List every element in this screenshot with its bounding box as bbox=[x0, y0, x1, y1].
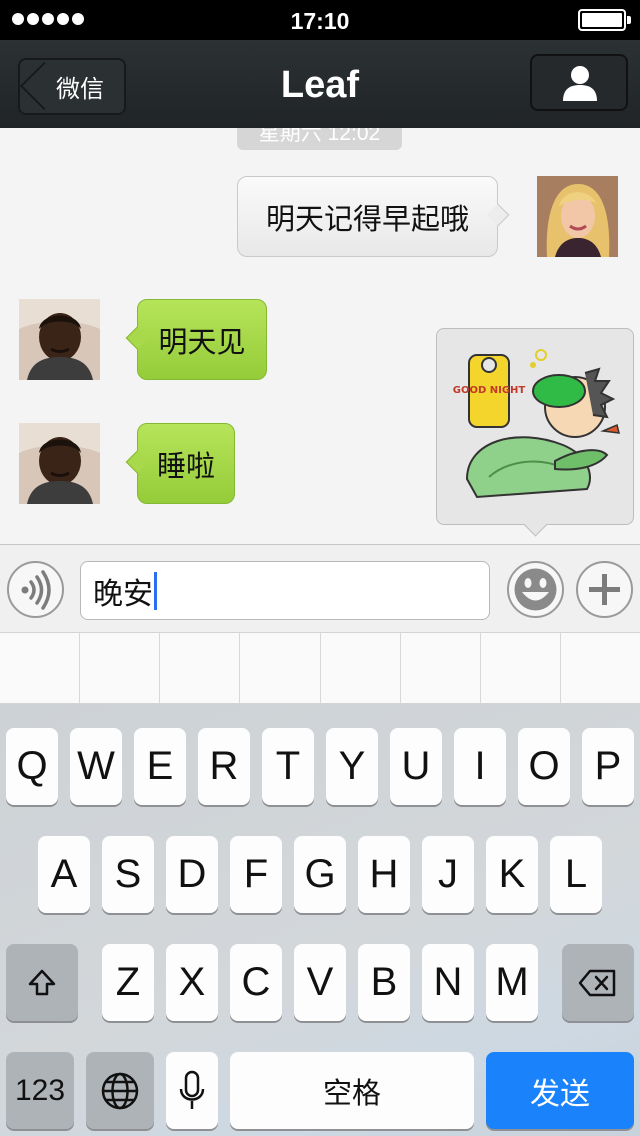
sticker-preview-popup[interactable]: GOOD NIGHT bbox=[436, 328, 634, 525]
door-sign-text: GOOD NIGHT bbox=[453, 385, 526, 396]
candidate-slot[interactable] bbox=[401, 633, 481, 703]
shift-icon bbox=[28, 969, 56, 995]
candidate-slot[interactable] bbox=[561, 633, 640, 703]
key-g[interactable]: G bbox=[294, 836, 346, 913]
key-o[interactable]: O bbox=[518, 728, 570, 805]
voice-icon bbox=[21, 570, 51, 610]
status-time: 17:10 bbox=[290, 8, 350, 34]
message-text: 明天见 bbox=[158, 326, 246, 359]
key-k[interactable]: K bbox=[486, 836, 538, 913]
keyboard: Q W E R T Y U I O P A S D F G H J K L Z … bbox=[0, 704, 640, 1136]
plus-icon bbox=[589, 574, 620, 605]
man-avatar-image bbox=[19, 299, 100, 380]
globe-icon bbox=[101, 1072, 139, 1109]
numbers-key[interactable]: 123 bbox=[6, 1052, 74, 1129]
incoming-message-bubble[interactable]: 睡啦 bbox=[125, 423, 235, 504]
key-n[interactable]: N bbox=[422, 944, 474, 1021]
dictation-key[interactable] bbox=[166, 1052, 218, 1129]
outgoing-message-bubble[interactable]: 明天记得早起哦 bbox=[237, 176, 510, 257]
ime-candidate-bar bbox=[0, 632, 640, 704]
emoji-icon bbox=[514, 568, 557, 611]
key-s[interactable]: S bbox=[102, 836, 154, 913]
candidate-slot[interactable] bbox=[80, 633, 161, 703]
status-bar: 17:10 bbox=[0, 0, 640, 40]
key-t[interactable]: T bbox=[262, 728, 314, 805]
space-key[interactable]: 空格 bbox=[230, 1052, 474, 1129]
delete-key[interactable] bbox=[562, 944, 634, 1021]
key-u[interactable]: U bbox=[390, 728, 442, 805]
woman-avatar-image bbox=[537, 176, 618, 257]
message-timestamp: 星期六 12:02 bbox=[237, 128, 402, 150]
message-text-field[interactable]: 晚安 bbox=[80, 561, 490, 620]
key-a[interactable]: A bbox=[38, 836, 90, 913]
chat-history[interactable]: 星期六 12:02 明天记得早起哦 明天见 睡啦 GOOD NIGHT bbox=[0, 128, 640, 544]
key-d[interactable]: D bbox=[166, 836, 218, 913]
key-q[interactable]: Q bbox=[6, 728, 58, 805]
key-b[interactable]: B bbox=[358, 944, 410, 1021]
key-v[interactable]: V bbox=[294, 944, 346, 1021]
key-l[interactable]: L bbox=[550, 836, 602, 913]
key-p[interactable]: P bbox=[582, 728, 634, 805]
key-x[interactable]: X bbox=[166, 944, 218, 1021]
candidate-slot[interactable] bbox=[0, 633, 81, 703]
contact-avatar[interactable] bbox=[19, 299, 100, 380]
send-button[interactable]: 发送 bbox=[486, 1052, 634, 1129]
voice-input-button[interactable] bbox=[7, 561, 64, 618]
key-f[interactable]: F bbox=[230, 836, 282, 913]
message-text: 睡啦 bbox=[156, 450, 215, 483]
backspace-icon bbox=[578, 969, 616, 996]
navigation-bar: 微信 Leaf bbox=[0, 40, 640, 128]
key-h[interactable]: H bbox=[358, 836, 410, 913]
message-input-bar: 晚安 bbox=[0, 544, 640, 632]
message-input-value: 晚安 bbox=[93, 577, 153, 611]
back-button-label: 微信 bbox=[56, 76, 104, 103]
key-i[interactable]: I bbox=[454, 728, 506, 805]
contact-avatar[interactable] bbox=[19, 423, 100, 504]
message-text: 明天记得早起哦 bbox=[265, 203, 469, 236]
key-j[interactable]: J bbox=[422, 836, 474, 913]
key-y[interactable]: Y bbox=[326, 728, 378, 805]
candidate-slot[interactable] bbox=[160, 633, 241, 703]
key-c[interactable]: C bbox=[230, 944, 282, 1021]
text-cursor bbox=[154, 571, 157, 610]
shift-key[interactable] bbox=[6, 944, 78, 1021]
key-r[interactable]: R bbox=[198, 728, 250, 805]
language-switch-key[interactable] bbox=[86, 1052, 154, 1129]
my-avatar[interactable] bbox=[537, 176, 618, 257]
candidate-slot[interactable] bbox=[481, 633, 561, 703]
more-options-button[interactable] bbox=[576, 561, 633, 618]
emoji-button[interactable] bbox=[507, 561, 564, 618]
key-e[interactable]: E bbox=[134, 728, 186, 805]
person-icon bbox=[563, 66, 597, 101]
battery-icon bbox=[578, 9, 631, 31]
contact-profile-button[interactable] bbox=[530, 54, 628, 111]
key-z[interactable]: Z bbox=[102, 944, 154, 1021]
microphone-icon bbox=[179, 1070, 205, 1109]
candidate-slot[interactable] bbox=[240, 633, 321, 703]
good-night-sticker: GOOD NIGHT bbox=[453, 349, 620, 499]
key-w[interactable]: W bbox=[70, 728, 122, 805]
key-m[interactable]: M bbox=[486, 944, 538, 1021]
candidate-slot[interactable] bbox=[321, 633, 401, 703]
incoming-message-bubble[interactable]: 明天见 bbox=[125, 299, 267, 380]
man-avatar-image bbox=[19, 423, 100, 504]
